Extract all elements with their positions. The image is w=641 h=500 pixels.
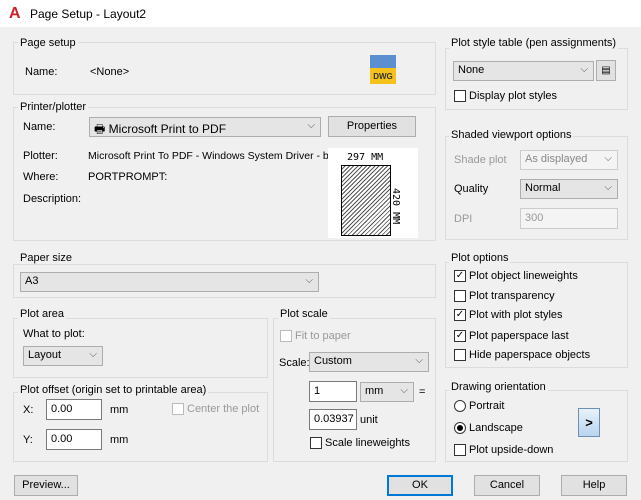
chevron-down-icon: ⌵: [580, 64, 588, 75]
y-label: Y:: [23, 434, 33, 446]
option-label: Plot transparency: [469, 290, 555, 302]
portrait-radio[interactable]: Portrait: [454, 400, 504, 412]
quality-dropdown[interactable]: Normal ⌵: [520, 179, 618, 199]
printer-name-dropdown[interactable]: 🖶 Microsoft Print to PDF ⌵: [89, 117, 321, 137]
scale-lineweights-checkbox[interactable]: Scale lineweights: [310, 437, 410, 449]
cancel-button[interactable]: Cancel: [474, 475, 540, 496]
upside-down-label: Plot upside-down: [469, 444, 554, 456]
autocad-logo-icon: A: [9, 5, 21, 22]
what-to-plot-label: What to plot:: [23, 328, 85, 340]
where-value: PORTPROMPT:: [88, 171, 168, 183]
plot-paperspace-last-checkbox[interactable]: ✓ Plot paperspace last: [454, 330, 569, 342]
center-plot-checkbox[interactable]: Center the plot: [172, 403, 259, 415]
shade-plot-value: As displayed: [525, 153, 588, 165]
plotter-label: Plotter:: [23, 150, 58, 162]
chevron-down-icon: ⌵: [305, 275, 313, 286]
orientation-label: Drawing orientation: [449, 381, 548, 393]
plot-scale-label: Plot scale: [278, 308, 330, 320]
description-label: Description:: [23, 193, 82, 205]
chevron-down-icon: ⌵: [604, 182, 612, 193]
plot-area-label: Plot area: [18, 308, 67, 320]
quality-label: Quality: [454, 183, 489, 195]
equals-sign: =: [419, 386, 426, 398]
help-button[interactable]: Help: [561, 475, 627, 496]
preview-width-label: 297 MM: [347, 152, 384, 163]
chevron-down-icon: ⌵: [89, 349, 97, 360]
page-setup-label: Page setup: [18, 37, 78, 49]
ok-button[interactable]: OK: [387, 475, 453, 496]
printer-name-value: Microsoft Print to PDF: [108, 122, 227, 136]
properties-button[interactable]: Properties: [328, 116, 416, 137]
printer-label: Printer/plotter: [18, 101, 89, 113]
plot-options-label: Plot options: [449, 252, 511, 264]
scale-unit-value: mm: [365, 385, 384, 397]
preview-button[interactable]: Preview...: [14, 475, 78, 496]
chevron-down-icon: ⌵: [415, 355, 423, 366]
y-offset-input[interactable]: 0.00: [46, 429, 102, 450]
edit-plot-style-button[interactable]: ▤: [596, 60, 616, 81]
shaded-viewport-label: Shaded viewport options: [449, 129, 574, 141]
option-label: Plot with plot styles: [469, 309, 563, 321]
plot-style-dropdown[interactable]: None ⌵: [453, 61, 594, 81]
plot-style-label: Plot style table (pen assignments): [449, 37, 619, 49]
shade-plot-label: Shade plot: [454, 154, 507, 166]
plot-object-lineweights-checkbox[interactable]: ✓ Plot object lineweights: [454, 270, 578, 282]
option-label: Plot object lineweights: [469, 270, 578, 282]
landscape-radio[interactable]: Landscape: [454, 422, 523, 434]
what-to-plot-value: Layout: [28, 349, 62, 361]
y-unit: mm: [110, 434, 129, 446]
chevron-down-icon: ⌵: [400, 385, 408, 396]
x-label: X:: [23, 404, 34, 416]
plotter-value: Microsoft Print To PDF - Windows System …: [88, 150, 338, 162]
drawing-unit-label: unit: [360, 414, 378, 426]
window-title: Page Setup - Layout2: [30, 7, 147, 21]
scale-dropdown[interactable]: Custom ⌵: [309, 352, 429, 372]
x-offset-input[interactable]: 0.00: [46, 399, 102, 420]
landscape-label: Landscape: [469, 422, 523, 434]
landscape-orientation-icon: >: [578, 408, 600, 437]
printer-name-label: Name:: [23, 121, 56, 133]
quality-value: Normal: [525, 182, 561, 194]
option-label: Plot paperspace last: [469, 330, 569, 342]
paper-preview: 297 MM 420 MM: [328, 148, 418, 238]
dpi-label: DPI: [454, 213, 473, 225]
hide-paperspace-objects-checkbox[interactable]: Hide paperspace objects: [454, 349, 590, 361]
table-edit-icon: ▤: [601, 65, 611, 76]
scale-lineweights-label: Scale lineweights: [325, 437, 410, 449]
portrait-label: Portrait: [469, 400, 505, 412]
option-label: Hide paperspace objects: [469, 349, 591, 361]
chevron-down-icon: ⌵: [307, 120, 315, 131]
scale-paper-units-input[interactable]: 1: [309, 381, 357, 402]
plot-offset-label: Plot offset (origin set to printable are…: [18, 384, 209, 396]
scale-label: Scale:: [279, 357, 310, 369]
dpi-input[interactable]: 300: [520, 208, 618, 229]
plot-style-value: None: [458, 64, 485, 76]
scale-unit-dropdown[interactable]: mm ⌵: [360, 382, 414, 402]
scale-drawing-units-input[interactable]: 0.03937: [309, 409, 357, 430]
paper-size-dropdown[interactable]: A3 ⌵: [20, 272, 319, 292]
fit-to-paper-label: Fit to paper: [295, 330, 351, 342]
printer-icon: 🖶: [94, 122, 109, 136]
fit-to-paper-checkbox[interactable]: Fit to paper: [280, 330, 351, 342]
dwg-file-icon: DWG: [370, 55, 396, 84]
page-setup-name-label: Name:: [25, 66, 58, 78]
x-unit: mm: [110, 404, 129, 416]
display-plot-styles-label: Display plot styles: [469, 90, 558, 102]
paper-hatch: [341, 165, 391, 236]
chevron-down-icon: ⌵: [604, 153, 612, 164]
preview-height-label: 420 MM: [390, 188, 401, 225]
scale-value: Custom: [314, 355, 352, 367]
title-bar: A Page Setup - Layout2: [0, 0, 641, 27]
plot-transparency-checkbox[interactable]: Plot transparency: [454, 290, 555, 302]
display-plot-styles-checkbox[interactable]: Display plot styles: [454, 90, 557, 102]
shade-plot-dropdown[interactable]: As displayed ⌵: [520, 150, 618, 170]
plot-upside-down-checkbox[interactable]: Plot upside-down: [454, 444, 553, 456]
page-setup-name-value: <None>: [90, 66, 130, 78]
where-label: Where:: [23, 171, 59, 183]
paper-size-value: A3: [25, 275, 39, 287]
paper-size-label: Paper size: [18, 252, 74, 264]
what-to-plot-dropdown[interactable]: Layout ⌵: [23, 346, 103, 366]
plot-with-plot-styles-checkbox[interactable]: ✓ Plot with plot styles: [454, 309, 563, 321]
center-plot-label: Center the plot: [187, 403, 260, 415]
